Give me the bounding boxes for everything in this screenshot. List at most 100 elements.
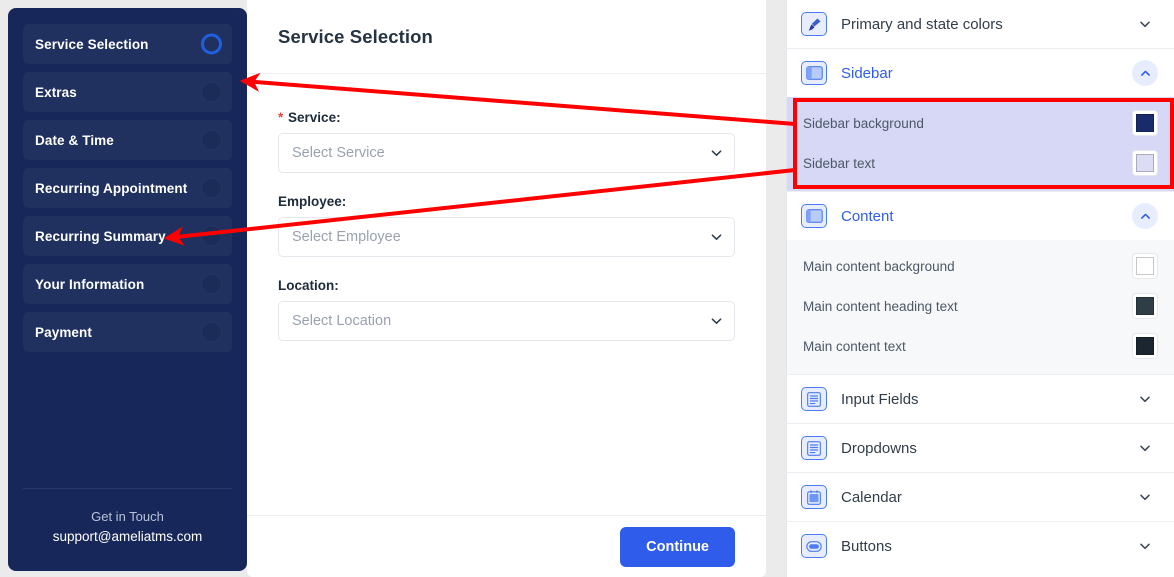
form-field: Employee: Select Employee	[278, 194, 735, 257]
chevron-down-icon	[711, 316, 722, 327]
panel-section-title: Dropdowns	[841, 440, 1132, 457]
sidebar-step-date-time[interactable]: Date & Time	[23, 120, 232, 160]
color-setting-label: Sidebar background	[803, 116, 1132, 131]
chevron-down-icon	[711, 148, 722, 159]
get-in-touch-label: Get in Touch	[23, 507, 232, 527]
sidebar-step-recurring-summary[interactable]: Recurring Summary	[23, 216, 232, 256]
panel-section-header-primary-and-state-colors[interactable]: Primary and state colors	[787, 0, 1174, 48]
content-layout-icon	[801, 204, 827, 228]
panel-section-body-sidebar: Sidebar background Sidebar text	[787, 97, 1174, 191]
panel-section-title: Input Fields	[841, 391, 1132, 408]
step-circle-icon	[201, 274, 222, 295]
sidebar-footer: Get in Touch support@ameliatms.com	[23, 488, 232, 571]
step-circle-icon	[201, 322, 222, 343]
content-form: * Service: Select Service Employee: Select …	[247, 74, 766, 515]
paint-brush-icon	[801, 12, 827, 36]
field-label: Location:	[278, 278, 735, 293]
field-label: * Service:	[278, 110, 735, 125]
field-label: Employee:	[278, 194, 735, 209]
form-field: * Service: Select Service	[278, 110, 735, 173]
step-circle-icon	[201, 130, 222, 151]
panel-section-title: Buttons	[841, 538, 1132, 555]
booking-sidebar: Service Selection Extras Date & Time Recurr…	[8, 8, 247, 571]
input-fields-icon	[801, 387, 827, 411]
sidebar-step-label: Recurring Appointment	[35, 181, 187, 196]
color-swatch-button[interactable]	[1132, 333, 1158, 359]
chevron-down-icon[interactable]	[1132, 533, 1158, 559]
booking-preview: Service Selection Extras Date & Time Recurr…	[0, 0, 786, 577]
field-label-text: Location:	[278, 278, 339, 293]
sidebar-step-service-selection[interactable]: Service Selection	[23, 24, 232, 64]
color-setting-row: Sidebar background	[787, 103, 1174, 143]
sidebar-step-extras[interactable]: Extras	[23, 72, 232, 112]
chevron-up-icon[interactable]	[1132, 60, 1158, 86]
select-employee[interactable]: Select Employee	[278, 217, 735, 257]
color-swatch	[1136, 114, 1154, 132]
color-swatch	[1136, 257, 1154, 275]
color-swatch	[1136, 297, 1154, 315]
select-placeholder: Select Location	[292, 313, 391, 329]
color-swatch-button[interactable]	[1132, 253, 1158, 279]
required-asterisk-icon: *	[278, 110, 283, 125]
field-label-text: Employee:	[278, 194, 346, 209]
panel-section-header-buttons[interactable]: Buttons	[787, 522, 1174, 570]
sidebar-step-recurring-appointment[interactable]: Recurring Appointment	[23, 168, 232, 208]
color-swatch	[1136, 337, 1154, 355]
color-setting-row: Sidebar text	[787, 143, 1174, 183]
form-field: Location: Select Location	[278, 278, 735, 341]
panel-section-body-content: Main content background Main content head…	[787, 240, 1174, 374]
continue-button[interactable]: Continue	[620, 527, 735, 567]
select-placeholder: Select Service	[292, 145, 385, 161]
page-title: Service Selection	[278, 26, 433, 48]
color-setting-row: Main content heading text	[787, 286, 1174, 326]
chevron-down-icon[interactable]	[1132, 386, 1158, 412]
select-service[interactable]: Select Service	[278, 133, 735, 173]
step-circle-icon	[201, 178, 222, 199]
sidebar-spacer	[23, 360, 232, 488]
color-setting-label: Main content heading text	[803, 299, 1132, 314]
color-swatch-button[interactable]	[1132, 110, 1158, 136]
select-location[interactable]: Select Location	[278, 301, 735, 341]
dropdowns-icon	[801, 436, 827, 460]
panel-section-header-calendar[interactable]: Calendar	[787, 473, 1174, 521]
chevron-down-icon	[711, 232, 722, 243]
screenshot-root: Service Selection Extras Date & Time Recurr…	[0, 0, 1174, 577]
panel-section-title: Primary and state colors	[841, 16, 1132, 33]
customize-panel[interactable]: Primary and state colors Sidebar Sidebar b…	[786, 0, 1174, 577]
color-setting-label: Sidebar text	[803, 156, 1132, 171]
buttons-icon	[801, 534, 827, 558]
panel-section-header-sidebar[interactable]: Sidebar	[787, 49, 1174, 97]
chevron-down-icon[interactable]	[1132, 11, 1158, 37]
panel-section-title: Content	[841, 208, 1132, 225]
step-active-circle-icon	[201, 34, 222, 55]
color-swatch-button[interactable]	[1132, 293, 1158, 319]
sidebar-step-payment[interactable]: Payment	[23, 312, 232, 352]
panel-section-header-input-fields[interactable]: Input Fields	[787, 375, 1174, 423]
sidebar-step-label: Your Information	[35, 277, 144, 292]
color-setting-row: Main content text	[787, 326, 1174, 366]
chevron-up-icon[interactable]	[1132, 203, 1158, 229]
sidebar-step-your-information[interactable]: Your Information	[23, 264, 232, 304]
sidebar-layout-icon	[801, 61, 827, 85]
support-email: support@ameliatms.com	[23, 527, 232, 547]
field-label-text: Service:	[288, 110, 341, 125]
panel-section-header-content[interactable]: Content	[787, 192, 1174, 240]
content-footer: Continue	[247, 515, 766, 577]
chevron-down-icon[interactable]	[1132, 484, 1158, 510]
step-list: Service Selection Extras Date & Time Recurr…	[23, 24, 232, 360]
content-header: Service Selection	[247, 0, 766, 74]
sidebar-step-label: Recurring Summary	[35, 229, 166, 244]
sidebar-step-label: Payment	[35, 325, 92, 340]
panel-section-header-dropdowns[interactable]: Dropdowns	[787, 424, 1174, 472]
step-circle-icon	[201, 226, 222, 247]
sidebar-step-label: Date & Time	[35, 133, 114, 148]
color-swatch-button[interactable]	[1132, 150, 1158, 176]
calendar-icon	[801, 485, 827, 509]
color-setting-label: Main content text	[803, 339, 1132, 354]
sidebar-step-label: Service Selection	[35, 37, 149, 52]
panel-section-title: Sidebar	[841, 65, 1132, 82]
panel-section-title: Calendar	[841, 489, 1132, 506]
color-setting-label: Main content background	[803, 259, 1132, 274]
chevron-down-icon[interactable]	[1132, 435, 1158, 461]
step-circle-icon	[201, 82, 222, 103]
